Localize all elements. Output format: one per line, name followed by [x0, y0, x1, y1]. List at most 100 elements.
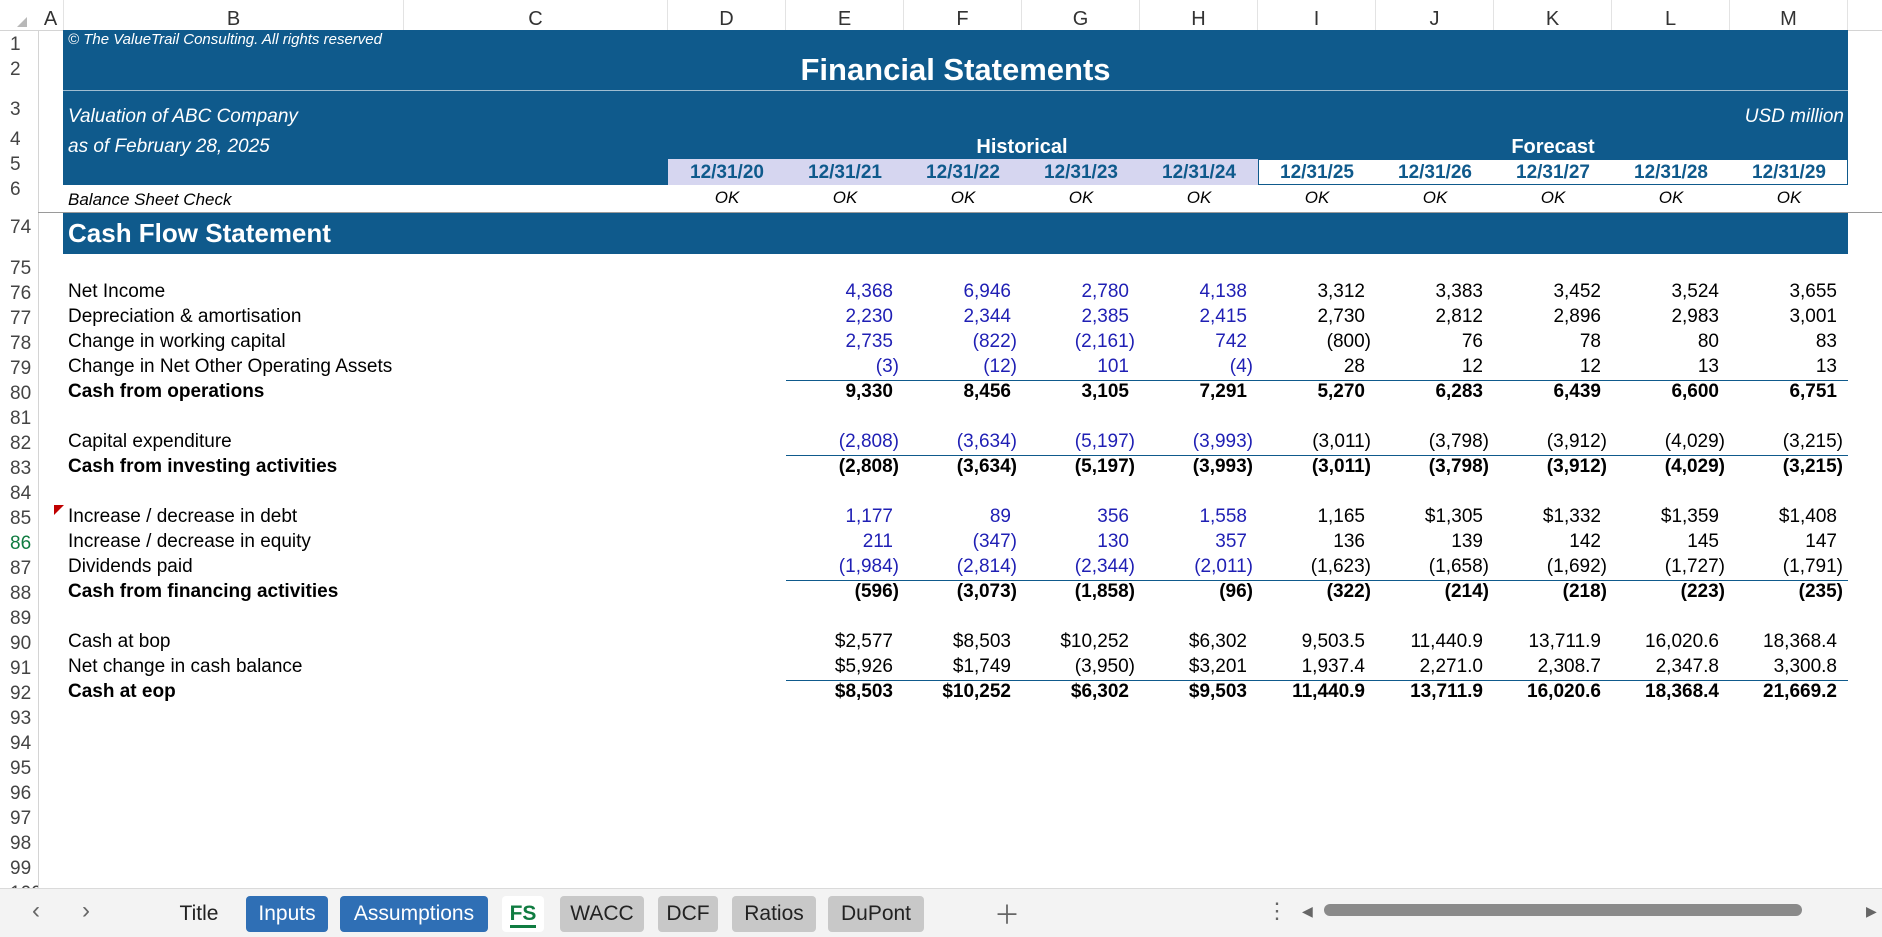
row-header-82[interactable]: 82 — [0, 433, 38, 455]
cell-value[interactable]: 16,020.6 — [1609, 631, 1719, 653]
cell-value[interactable]: 139 — [1373, 531, 1483, 553]
cell-value[interactable]: 18,368.4 — [1727, 631, 1837, 653]
cell-value[interactable]: 13 — [1727, 356, 1837, 378]
cell-value[interactable]: $10,252 — [901, 681, 1011, 703]
cell-value[interactable]: $1,408 — [1727, 506, 1837, 528]
cell-value[interactable]: 4,138 — [1137, 281, 1247, 303]
cell-value[interactable]: 8,456 — [901, 381, 1011, 403]
cell-value[interactable]: (347) — [907, 531, 1017, 553]
row-header-4[interactable]: 4 — [0, 129, 38, 151]
row-header-78[interactable]: 78 — [0, 333, 38, 355]
row-header-99[interactable]: 99 — [0, 858, 38, 880]
cell-value[interactable]: 9,330 — [783, 381, 893, 403]
cell-value[interactable]: 211 — [783, 531, 893, 553]
row-header-96[interactable]: 96 — [0, 783, 38, 805]
cell-value[interactable]: (1,727) — [1615, 556, 1725, 578]
row-header-76[interactable]: 76 — [0, 283, 38, 305]
row-header-87[interactable]: 87 — [0, 558, 38, 580]
cell-value[interactable]: 130 — [1019, 531, 1129, 553]
chevron-right-icon[interactable]: › — [82, 897, 90, 925]
cell-value[interactable]: 3,312 — [1255, 281, 1365, 303]
cell-value[interactable]: 12 — [1373, 356, 1483, 378]
cell-value[interactable]: 6,946 — [901, 281, 1011, 303]
row-header-81[interactable]: 81 — [0, 408, 38, 430]
cell-value[interactable]: $1,749 — [901, 656, 1011, 678]
cell-value[interactable]: 5,270 — [1255, 381, 1365, 403]
cell-value[interactable]: 76 — [1373, 331, 1483, 353]
cell-value[interactable]: (214) — [1379, 581, 1489, 603]
cell-value[interactable]: (1,858) — [1025, 581, 1135, 603]
cell-value[interactable]: 1,165 — [1255, 506, 1365, 528]
cell-value[interactable]: 89 — [901, 506, 1011, 528]
row-header-88[interactable]: 88 — [0, 583, 38, 605]
col-header-A[interactable]: A — [38, 0, 64, 30]
cell-value[interactable]: (1,984) — [789, 556, 899, 578]
cell-value[interactable]: 80 — [1609, 331, 1719, 353]
cell-value[interactable]: (1,791) — [1733, 556, 1843, 578]
row-header-91[interactable]: 91 — [0, 658, 38, 680]
comment-indicator[interactable] — [54, 505, 64, 515]
cell-value[interactable]: (2,011) — [1143, 556, 1253, 578]
cell-value[interactable]: 1,937.4 — [1255, 656, 1365, 678]
cell-value[interactable]: (2,808) — [789, 431, 899, 453]
row-header-97[interactable]: 97 — [0, 808, 38, 830]
cell-value[interactable]: (3,912) — [1497, 431, 1607, 453]
cell-value[interactable]: 3,524 — [1609, 281, 1719, 303]
col-header-I[interactable]: I — [1258, 0, 1376, 30]
cell-value[interactable]: (3,798) — [1379, 431, 1489, 453]
cell-value[interactable]: (2,808) — [789, 456, 899, 478]
cell-value[interactable]: 16,020.6 — [1491, 681, 1601, 703]
cell-value[interactable]: (800) — [1261, 331, 1371, 353]
cell-value[interactable]: 21,669.2 — [1727, 681, 1837, 703]
cell-value[interactable]: 11,440.9 — [1255, 681, 1365, 703]
cell-value[interactable]: $1,359 — [1609, 506, 1719, 528]
cell-value[interactable]: 3,655 — [1727, 281, 1837, 303]
scroll-left-icon[interactable]: ◀ — [1302, 903, 1313, 920]
cell-value[interactable]: 2,347.8 — [1609, 656, 1719, 678]
row-header-90[interactable]: 90 — [0, 633, 38, 655]
cell-value[interactable]: 2,415 — [1137, 306, 1247, 328]
cell-value[interactable]: (4) — [1143, 356, 1253, 378]
cell-value[interactable]: $6,302 — [1137, 631, 1247, 653]
row-header-3[interactable]: 3 — [0, 99, 38, 121]
cell-value[interactable]: $1,332 — [1491, 506, 1601, 528]
cell-value[interactable]: 2,344 — [901, 306, 1011, 328]
col-header-J[interactable]: J — [1376, 0, 1494, 30]
cell-value[interactable]: 2,230 — [783, 306, 893, 328]
row-header-92[interactable]: 92 — [0, 683, 38, 705]
cell-value[interactable]: (3,912) — [1497, 456, 1607, 478]
row-header-83[interactable]: 83 — [0, 458, 38, 480]
row-header-80[interactable]: 80 — [0, 383, 38, 405]
col-header-F[interactable]: F — [904, 0, 1022, 30]
cell-value[interactable]: (822) — [907, 331, 1017, 353]
cell-value[interactable]: 6,439 — [1491, 381, 1601, 403]
cell-value[interactable]: 2,780 — [1019, 281, 1129, 303]
cell-value[interactable]: 136 — [1255, 531, 1365, 553]
cell-value[interactable]: (2,161) — [1025, 331, 1135, 353]
col-header-H[interactable]: H — [1140, 0, 1258, 30]
cell-value[interactable]: (96) — [1143, 581, 1253, 603]
cell-value[interactable]: (5,197) — [1025, 431, 1135, 453]
select-all-corner[interactable] — [0, 0, 30, 30]
row-header-84[interactable]: 84 — [0, 483, 38, 505]
cell-value[interactable]: 742 — [1137, 331, 1247, 353]
cell-value[interactable]: 13,711.9 — [1491, 631, 1601, 653]
cell-value[interactable]: $2,577 — [783, 631, 893, 653]
row-header-85[interactable]: 85 — [0, 508, 38, 530]
cell-value[interactable]: 78 — [1491, 331, 1601, 353]
cell-value[interactable]: (4,029) — [1615, 456, 1725, 478]
cell-value[interactable]: 147 — [1727, 531, 1837, 553]
cell-value[interactable]: 3,300.8 — [1727, 656, 1837, 678]
col-header-L[interactable]: L — [1612, 0, 1730, 30]
cell-value[interactable]: 357 — [1137, 531, 1247, 553]
cell-value[interactable]: 2,896 — [1491, 306, 1601, 328]
cell-value[interactable]: 3,105 — [1019, 381, 1129, 403]
cell-value[interactable]: (3) — [789, 356, 899, 378]
cell-value[interactable]: 2,735 — [783, 331, 893, 353]
cell-value[interactable]: 12 — [1491, 356, 1601, 378]
cell-value[interactable]: (218) — [1497, 581, 1607, 603]
cell-value[interactable]: 13,711.9 — [1373, 681, 1483, 703]
cell-value[interactable]: 2,308.7 — [1491, 656, 1601, 678]
row-header-98[interactable]: 98 — [0, 833, 38, 855]
col-header-M[interactable]: M — [1730, 0, 1848, 30]
